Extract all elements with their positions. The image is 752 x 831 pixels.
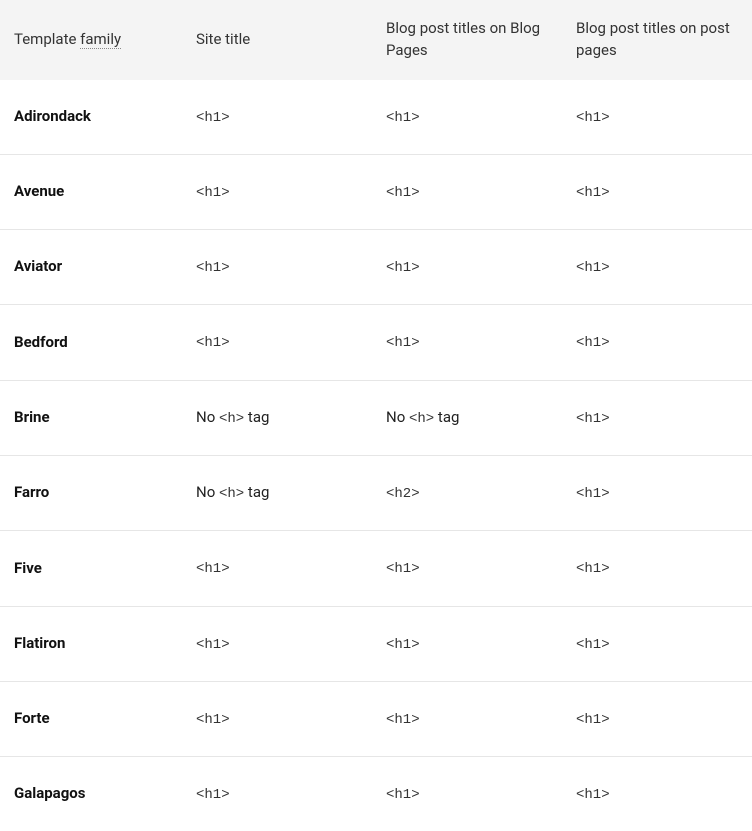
cell-tag-value: <h1>: [562, 305, 752, 380]
cell-tag-value: <h1>: [562, 757, 752, 831]
cell-tag-value: <h1>: [182, 681, 372, 756]
cell-code-tag: <h1>: [576, 561, 610, 577]
cell-suffix-text: tag: [244, 483, 269, 501]
table-row: Five <h1> <h1> <h1>: [0, 531, 752, 606]
cell-tag-value: <h1>: [562, 531, 752, 606]
cell-tag-value: <h1>: [372, 606, 562, 681]
cell-suffix-text: tag: [244, 408, 269, 426]
cell-template-family: Brine: [0, 380, 182, 455]
cell-tag-value: <h2>: [372, 455, 562, 530]
cell-tag-value: <h1>: [562, 606, 752, 681]
cell-tag-value: <h1>: [562, 681, 752, 756]
cell-code-tag: <h1>: [196, 712, 230, 728]
table-row: Avenue <h1> <h1> <h1>: [0, 154, 752, 229]
cell-template-family: Aviator: [0, 230, 182, 305]
cell-code-tag: <h>: [409, 411, 434, 427]
header-site-title: Site title: [182, 0, 372, 80]
table-row: Forte <h1> <h1> <h1>: [0, 681, 752, 756]
cell-tag-value: <h1>: [562, 380, 752, 455]
cell-code-tag: <h1>: [576, 185, 610, 201]
cell-tag-value: <h1>: [562, 154, 752, 229]
cell-tag-value: <h1>: [182, 606, 372, 681]
table-row: Adirondack <h1> <h1> <h1>: [0, 80, 752, 155]
cell-code-tag: <h1>: [196, 260, 230, 276]
cell-template-family: Galapagos: [0, 757, 182, 831]
cell-code-tag: <h1>: [196, 637, 230, 653]
cell-code-tag: <h1>: [386, 335, 420, 351]
cell-tag-value: <h1>: [372, 757, 562, 831]
cell-code-tag: <h1>: [196, 185, 230, 201]
template-heading-tags-table: Template family Site title Blog post tit…: [0, 0, 752, 831]
cell-prefix-text: No: [386, 408, 409, 426]
cell-template-family: Forte: [0, 681, 182, 756]
cell-tag-value: <h1>: [182, 230, 372, 305]
header-template-family: Template family: [0, 0, 182, 80]
table-row: Aviator <h1> <h1> <h1>: [0, 230, 752, 305]
cell-code-tag: <h1>: [386, 787, 420, 803]
cell-code-tag: <h>: [219, 486, 244, 502]
cell-template-family: Adirondack: [0, 80, 182, 155]
cell-template-family: Bedford: [0, 305, 182, 380]
cell-code-tag: <h1>: [576, 787, 610, 803]
cell-template-family: Avenue: [0, 154, 182, 229]
cell-code-tag: <h1>: [576, 335, 610, 351]
cell-code-tag: <h1>: [386, 110, 420, 126]
cell-tag-value: <h1>: [182, 305, 372, 380]
cell-tag-value: <h1>: [372, 80, 562, 155]
cell-tag-value: No <h> tag: [372, 380, 562, 455]
cell-code-tag: <h2>: [386, 486, 420, 502]
table-row: Bedford <h1> <h1> <h1>: [0, 305, 752, 380]
cell-template-family: Farro: [0, 455, 182, 530]
cell-code-tag: <h1>: [196, 110, 230, 126]
header-blog-post-titles-on-blog-pages: Blog post titles on Blog Pages: [372, 0, 562, 80]
header-blog-post-titles-on-post-pages: Blog post titles on post pages: [562, 0, 752, 80]
cell-tag-value: <h1>: [372, 531, 562, 606]
cell-tag-value: <h1>: [182, 80, 372, 155]
cell-code-tag: <h1>: [576, 411, 610, 427]
cell-code-tag: <h1>: [386, 185, 420, 201]
cell-tag-value: <h1>: [562, 230, 752, 305]
cell-tag-value: No <h> tag: [182, 380, 372, 455]
cell-template-family: Flatiron: [0, 606, 182, 681]
cell-tag-value: <h1>: [372, 305, 562, 380]
cell-suffix-text: tag: [434, 408, 459, 426]
table-row: FarroNo <h> tag<h2><h1>: [0, 455, 752, 530]
cell-tag-value: <h1>: [182, 531, 372, 606]
cell-code-tag: <h1>: [576, 712, 610, 728]
header-dotted-term: family: [80, 30, 121, 49]
cell-code-tag: <h1>: [196, 787, 230, 803]
cell-code-tag: <h1>: [386, 260, 420, 276]
cell-code-tag: <h1>: [576, 486, 610, 502]
cell-tag-value: <h1>: [372, 681, 562, 756]
cell-prefix-text: No: [196, 483, 219, 501]
table-row: Flatiron <h1> <h1> <h1>: [0, 606, 752, 681]
cell-prefix-text: No: [196, 408, 219, 426]
cell-tag-value: <h1>: [372, 230, 562, 305]
table-row: Galapagos <h1> <h1> <h1>: [0, 757, 752, 831]
cell-tag-value: <h1>: [182, 757, 372, 831]
cell-code-tag: <h1>: [386, 561, 420, 577]
cell-tag-value: No <h> tag: [182, 455, 372, 530]
cell-code-tag: <h1>: [576, 260, 610, 276]
cell-template-family: Five: [0, 531, 182, 606]
cell-code-tag: <h1>: [576, 110, 610, 126]
cell-tag-value: <h1>: [182, 154, 372, 229]
cell-code-tag: <h1>: [196, 561, 230, 577]
header-text: Template: [14, 30, 80, 48]
table-header-row: Template family Site title Blog post tit…: [0, 0, 752, 80]
cell-code-tag: <h1>: [576, 637, 610, 653]
cell-tag-value: <h1>: [562, 80, 752, 155]
cell-code-tag: <h1>: [386, 637, 420, 653]
table-row: BrineNo <h> tagNo <h> tag<h1>: [0, 380, 752, 455]
cell-code-tag: <h1>: [196, 335, 230, 351]
cell-code-tag: <h>: [219, 411, 244, 427]
cell-tag-value: <h1>: [562, 455, 752, 530]
cell-code-tag: <h1>: [386, 712, 420, 728]
cell-tag-value: <h1>: [372, 154, 562, 229]
